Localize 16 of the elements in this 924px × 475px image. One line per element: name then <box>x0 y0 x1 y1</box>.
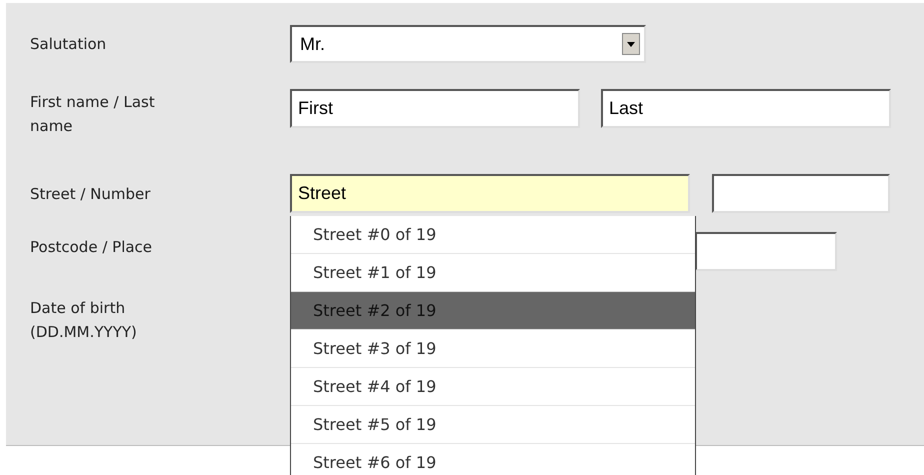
suggestion-item[interactable]: Street #6 of 19 <box>291 444 695 475</box>
suggestion-item[interactable]: Street #5 of 19 <box>291 406 695 444</box>
field-label: Salutation <box>30 34 108 55</box>
first-name-field[interactable]: First <box>290 89 580 128</box>
street-field[interactable]: Street <box>290 174 690 213</box>
field-label: First name / Last name <box>30 92 156 137</box>
place-field[interactable] <box>695 232 837 271</box>
suggestion-item[interactable]: Street #3 of 19 <box>291 330 695 368</box>
suggestion-item[interactable]: Street #4 of 19 <box>291 368 695 406</box>
last-name-field[interactable]: Last <box>601 89 891 128</box>
field-label: Date of birth (DD.MM.YYYY) <box>30 298 138 343</box>
salutation-select[interactable]: Mr. <box>290 25 646 63</box>
field-label: Postcode / Place <box>30 237 154 258</box>
number-field[interactable] <box>712 174 890 213</box>
field-label: Street / Number <box>30 184 152 205</box>
suggestion-item[interactable]: Street #0 of 19 <box>291 216 695 254</box>
